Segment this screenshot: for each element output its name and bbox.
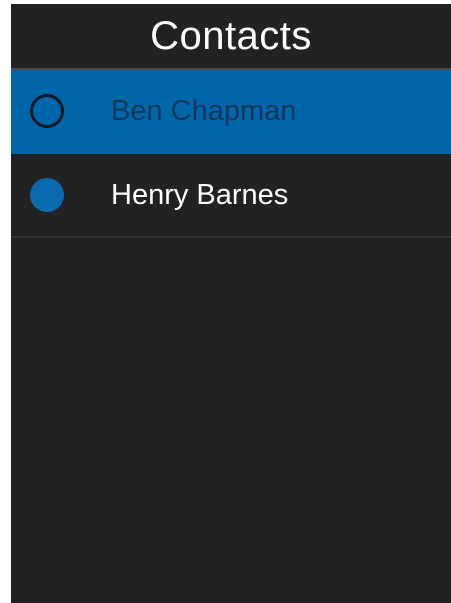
contact-name: Ben Chapman xyxy=(111,94,297,127)
contacts-list: Ben Chapman Henry Barnes xyxy=(11,70,451,238)
contacts-screen: Contacts Ben Chapman Henry Barnes xyxy=(11,4,451,603)
contact-name: Henry Barnes xyxy=(111,178,289,211)
empty-circle-icon[interactable] xyxy=(30,94,64,128)
filled-circle-icon[interactable] xyxy=(30,178,64,212)
contact-row-ben-chapman[interactable]: Ben Chapman xyxy=(11,70,451,154)
contact-row-henry-barnes[interactable]: Henry Barnes xyxy=(11,154,451,238)
page-title: Contacts xyxy=(11,4,451,70)
